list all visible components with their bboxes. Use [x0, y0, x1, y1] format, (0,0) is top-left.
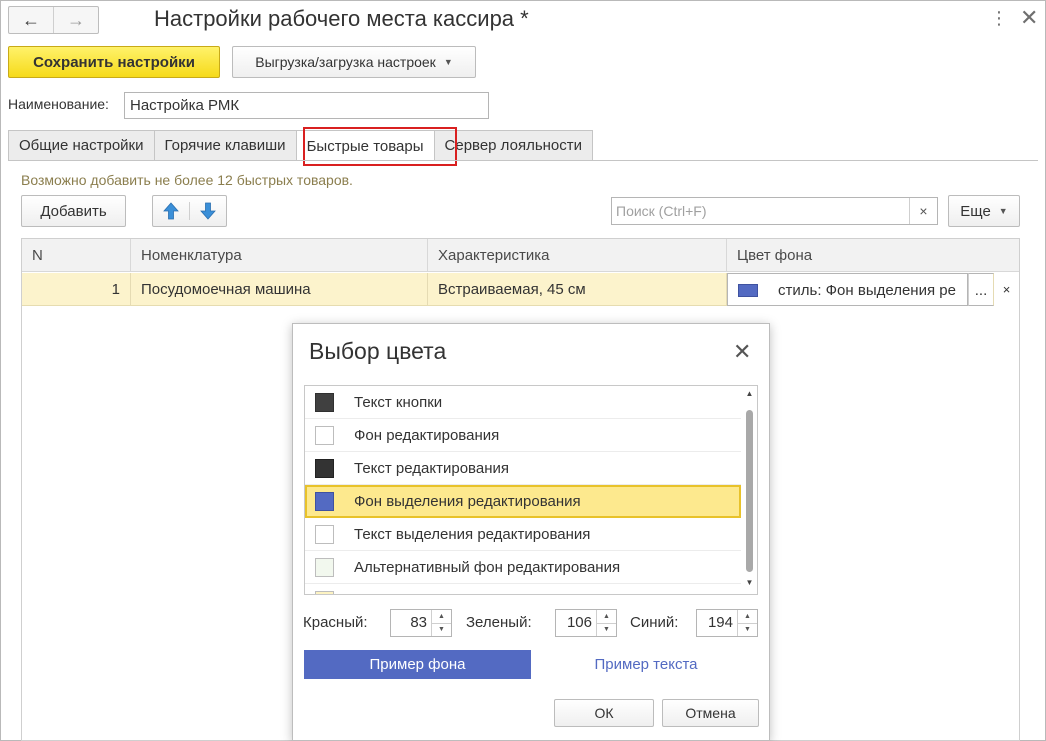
color-swatch [738, 284, 758, 297]
table-header: N Номенклатура Характеристика Цвет фона [22, 239, 1019, 272]
dialog-title: Выбор цвета [309, 338, 447, 364]
green-stepper-buttons: ▲ ▼ [596, 610, 616, 636]
dialog-close-icon[interactable]: ✕ [733, 339, 751, 365]
more-actions-label: Еще [960, 202, 991, 220]
red-stepper[interactable]: 83 ▲ ▼ [390, 609, 452, 637]
background-sample: Пример фона [304, 650, 531, 679]
color-swatch [315, 525, 334, 544]
cell-characteristic: Встраиваемая, 45 см [428, 273, 727, 306]
clear-color-icon[interactable]: × [994, 273, 1019, 306]
move-buttons [152, 195, 227, 227]
scroll-up-icon[interactable]: ▲ [742, 389, 757, 398]
color-swatch [315, 492, 334, 511]
window-title: Настройки рабочего места кассира * [154, 6, 529, 31]
spin-up-icon[interactable]: ▲ [597, 610, 616, 623]
list-item[interactable]: Текст выделения редактирования [305, 518, 741, 551]
back-arrow-icon[interactable]: ← [9, 7, 53, 33]
blue-stepper[interactable]: 194 ▲ ▼ [696, 609, 758, 637]
color-swatch [315, 459, 334, 478]
list-item-label: Фон выделения редактирования [354, 493, 581, 510]
export-import-settings-button[interactable]: Выгрузка/загрузка настроек ▼ [232, 46, 476, 78]
green-stepper[interactable]: 106 ▲ ▼ [555, 609, 617, 637]
color-swatch [315, 558, 334, 577]
tab-quick-goods[interactable]: Быстрые товары [295, 130, 435, 161]
more-actions-button[interactable]: Еще ▼ [948, 195, 1020, 227]
tab-bar: Общие настройки Горячие клавиши Быстрые … [8, 130, 594, 161]
red-label: Красный: [303, 614, 368, 631]
color-value: стиль: Фон выделения ре [778, 282, 956, 299]
scroll-thumb[interactable] [746, 410, 753, 572]
list-item-label: Текст выделения редактирования [354, 526, 591, 543]
list-item[interactable]: Фон подсказки [305, 584, 741, 594]
add-button[interactable]: Добавить [21, 195, 126, 227]
arrow-up-icon [163, 202, 179, 220]
dropdown-caret-icon: ▼ [998, 206, 1008, 216]
ok-button[interactable]: ОК [554, 699, 654, 727]
red-stepper-buttons: ▲ ▼ [431, 610, 451, 636]
green-label: Зеленый: [466, 614, 532, 631]
name-input[interactable]: Настройка РМК [124, 92, 489, 119]
list-item-label: Текст редактирования [354, 460, 509, 477]
blue-value[interactable]: 194 [697, 610, 737, 636]
list-scrollbar[interactable]: ▲ ▼ [742, 386, 757, 594]
quick-goods-hint: Возможно добавить не более 12 быстрых то… [21, 172, 353, 188]
spin-up-icon[interactable]: ▲ [432, 610, 451, 623]
color-list: Текст кнопки Фон редактирования Текст ре… [304, 385, 758, 595]
close-window-icon[interactable]: ✕ [1020, 5, 1038, 31]
export-import-label: Выгрузка/загрузка настроек [255, 54, 436, 70]
list-item-label: Фон подсказки [354, 584, 455, 594]
cancel-button[interactable]: Отмена [662, 699, 759, 727]
search-clear-icon[interactable]: × [909, 198, 937, 224]
cell-item: Посудомоечная машина [131, 273, 428, 306]
color-swatch [315, 393, 334, 412]
choose-color-button[interactable]: ... [968, 273, 994, 306]
color-picker-dialog: Выбор цвета ✕ Текст кнопки Фон редактиро… [292, 323, 770, 741]
tab-loyalty-server[interactable]: Сервер лояльности [433, 130, 594, 160]
move-up-button[interactable] [153, 202, 189, 220]
dropdown-caret-icon: ▼ [443, 57, 453, 67]
scroll-down-icon[interactable]: ▼ [742, 578, 757, 587]
column-header-item[interactable]: Номенклатура [131, 239, 428, 272]
spin-up-icon[interactable]: ▲ [738, 610, 757, 623]
text-sample: Пример текста [594, 656, 698, 673]
nav-buttons: ← → [8, 6, 99, 34]
list-item[interactable]: Текст редактирования [305, 452, 741, 485]
column-header-color[interactable]: Цвет фона [727, 239, 1019, 272]
save-settings-button[interactable]: Сохранить настройки [8, 46, 220, 78]
table-row[interactable]: 1 Посудомоечная машина Встраиваемая, 45 … [22, 273, 1019, 306]
cell-color-input[interactable]: стиль: Фон выделения ре [727, 273, 968, 306]
search-input[interactable] [612, 198, 909, 224]
name-label: Наименование: [8, 96, 109, 112]
spin-down-icon[interactable]: ▼ [597, 622, 616, 637]
list-item-label: Фон редактирования [354, 427, 500, 444]
color-swatch [315, 426, 334, 445]
spin-down-icon[interactable]: ▼ [432, 622, 451, 637]
move-down-button[interactable] [189, 202, 226, 220]
spin-down-icon[interactable]: ▼ [738, 622, 757, 637]
green-value[interactable]: 106 [556, 610, 596, 636]
red-value[interactable]: 83 [391, 610, 431, 636]
column-header-n[interactable]: N [22, 239, 131, 272]
forward-arrow-icon[interactable]: → [53, 7, 98, 33]
list-item-selected[interactable]: Фон выделения редактирования [305, 485, 741, 518]
tab-general-settings[interactable]: Общие настройки [8, 130, 155, 160]
list-item-label: Альтернативный фон редактирования [354, 559, 621, 576]
column-header-characteristic[interactable]: Характеристика [428, 239, 727, 272]
cell-n: 1 [22, 273, 131, 306]
color-swatch [315, 591, 334, 594]
more-menu-icon[interactable]: ⋮ [990, 8, 1008, 29]
list-item-label: Текст кнопки [354, 394, 443, 411]
search-box: × [611, 197, 938, 225]
tab-hotkeys[interactable]: Горячие клавиши [153, 130, 297, 160]
arrow-down-icon [200, 202, 216, 220]
blue-stepper-buttons: ▲ ▼ [737, 610, 757, 636]
list-item[interactable]: Альтернативный фон редактирования [305, 551, 741, 584]
list-item[interactable]: Фон редактирования [305, 419, 741, 452]
blue-label: Синий: [630, 614, 679, 631]
list-item[interactable]: Текст кнопки [305, 386, 741, 419]
